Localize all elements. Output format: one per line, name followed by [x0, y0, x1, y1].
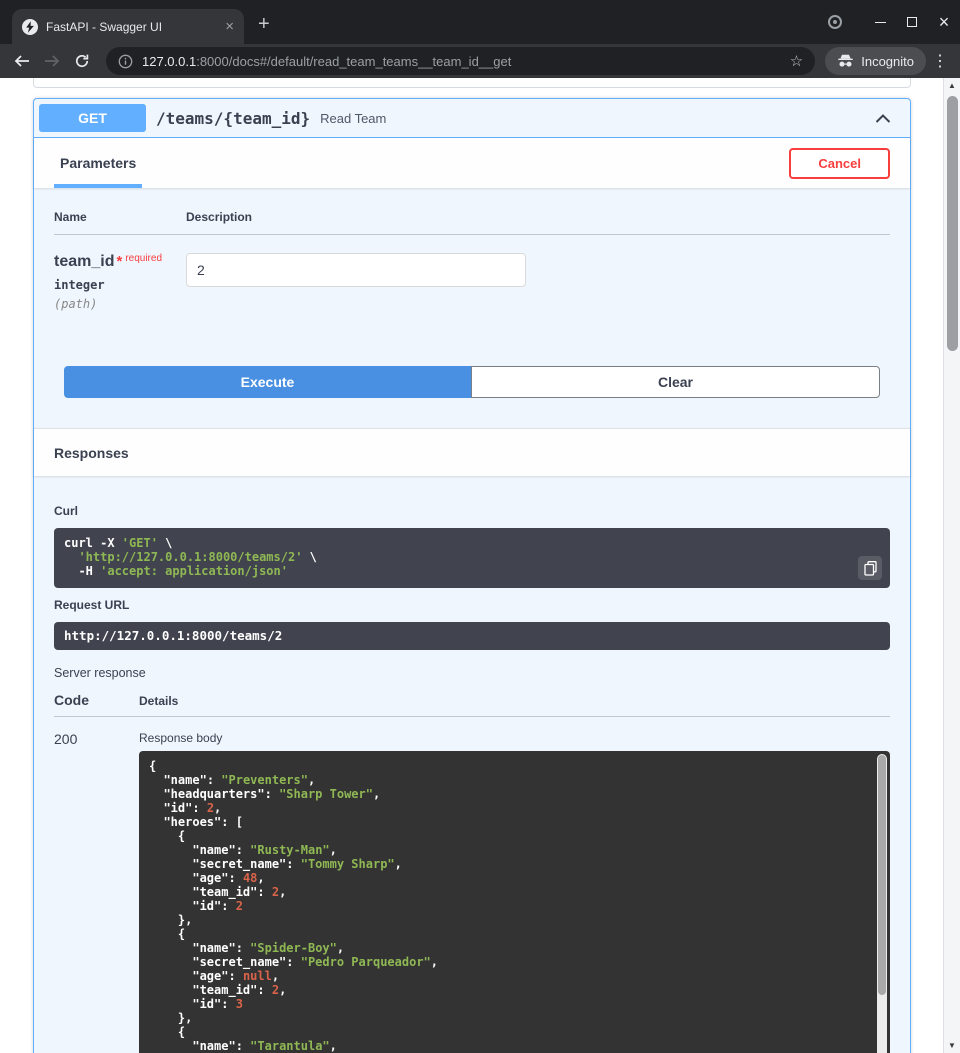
required-label: required	[125, 253, 162, 264]
incognito-label: Incognito	[861, 54, 914, 69]
response-table-head: Code Details	[54, 692, 890, 717]
url-text: 127.0.0.1:8000/docs#/default/read_team_t…	[142, 54, 781, 69]
response-scrollbar[interactable]	[877, 754, 887, 1053]
response-scrollbar-thumb[interactable]	[878, 755, 886, 995]
endpoint-summary: Read Team	[320, 111, 386, 126]
clear-button[interactable]: Clear	[471, 366, 880, 398]
parameter-meta: team_id*required integer (path)	[54, 253, 186, 311]
parameters-body: Name Description team_id*required intege…	[34, 188, 910, 428]
swagger-content: GET /teams/{team_id} Read Team Parameter…	[0, 78, 943, 1053]
server-response-label: Server response	[54, 666, 890, 680]
responses-title: Responses	[54, 445, 129, 461]
url-bar[interactable]: 127.0.0.1:8000/docs#/default/read_team_t…	[106, 47, 815, 75]
response-row: 200 Response body { "name": "Preventers"…	[54, 717, 890, 1053]
browser-tab[interactable]: FastAPI - Swagger UI ×	[12, 9, 244, 44]
back-button-icon[interactable]	[8, 47, 36, 75]
curl-label: Curl	[54, 504, 890, 518]
browser-update-icon[interactable]	[828, 15, 842, 29]
execute-button[interactable]: Execute	[64, 366, 471, 398]
window-controls: ×	[828, 0, 960, 44]
endpoint-path: /teams/{team_id}	[156, 109, 310, 128]
team-id-input[interactable]	[186, 253, 526, 287]
status-code: 200	[54, 731, 139, 1053]
window-maximize-button[interactable]	[896, 0, 928, 44]
opblock-summary[interactable]: GET /teams/{team_id} Read Team	[34, 99, 910, 138]
new-tab-button[interactable]: +	[258, 13, 270, 36]
response-details: Response body { "name": "Preventers", "h…	[139, 731, 890, 1053]
parameters-table-head: Name Description	[54, 188, 890, 235]
code-column-header: Code	[54, 692, 139, 708]
window-close-button[interactable]: ×	[928, 0, 960, 44]
bookmark-star-icon[interactable]: ☆	[790, 52, 803, 70]
request-url-label: Request URL	[54, 598, 890, 612]
scroll-up-arrow-icon[interactable]: ▲	[944, 78, 960, 93]
tab-parameters[interactable]: Parameters	[54, 138, 142, 188]
column-description-header: Description	[186, 210, 252, 224]
cancel-button[interactable]: Cancel	[789, 148, 890, 179]
parameter-type: integer	[54, 278, 186, 292]
copy-button[interactable]	[858, 556, 882, 580]
response-body-label: Response body	[139, 731, 890, 745]
parameter-value-cell	[186, 253, 526, 311]
tab-title: FastAPI - Swagger UI	[46, 20, 217, 34]
forward-button-icon[interactable]	[38, 47, 66, 75]
parameter-name: team_id	[54, 253, 114, 270]
tab-close-icon[interactable]: ×	[225, 19, 234, 34]
reload-button-icon[interactable]	[68, 47, 96, 75]
window-minimize-button[interactable]	[864, 0, 896, 44]
request-url-block: http://127.0.0.1:8000/teams/2	[54, 622, 890, 650]
required-star: *	[116, 253, 122, 270]
response-body-block[interactable]: { "name": "Preventers", "headquarters": …	[139, 751, 890, 1053]
execute-row: Execute Clear	[64, 366, 880, 398]
page-scrollbar[interactable]: ▲ ▼	[943, 78, 960, 1053]
parameter-row: team_id*required integer (path)	[54, 235, 890, 311]
fastapi-favicon-icon	[22, 19, 38, 35]
browser-toolbar: 127.0.0.1:8000/docs#/default/read_team_t…	[0, 44, 960, 78]
responses-header: Responses	[34, 428, 910, 476]
site-info-icon[interactable]	[118, 54, 133, 69]
previous-section-edge	[33, 78, 911, 88]
method-badge: GET	[39, 104, 146, 132]
scroll-down-arrow-icon[interactable]: ▼	[944, 1038, 960, 1053]
column-name-header: Name	[54, 210, 186, 224]
opblock-get-teams: GET /teams/{team_id} Read Team Parameter…	[33, 98, 911, 1053]
incognito-badge: Incognito	[825, 47, 926, 75]
collapse-chevron-icon[interactable]	[875, 114, 891, 123]
browser-menu-icon[interactable]: ⋮	[928, 51, 952, 71]
parameters-header: Parameters Cancel	[34, 138, 910, 188]
incognito-icon	[837, 54, 854, 68]
curl-command-block: curl -X 'GET' \ 'http://127.0.0.1:8000/t…	[54, 528, 890, 588]
page-scrollbar-thumb[interactable]	[947, 96, 958, 351]
browser-titlebar: FastAPI - Swagger UI × + ×	[0, 0, 960, 44]
details-column-header: Details	[139, 694, 178, 708]
page: GET /teams/{team_id} Read Team Parameter…	[0, 78, 960, 1053]
responses-body: Curl curl -X 'GET' \ 'http://127.0.0.1:8…	[34, 476, 910, 1053]
parameter-location: (path)	[54, 297, 186, 311]
